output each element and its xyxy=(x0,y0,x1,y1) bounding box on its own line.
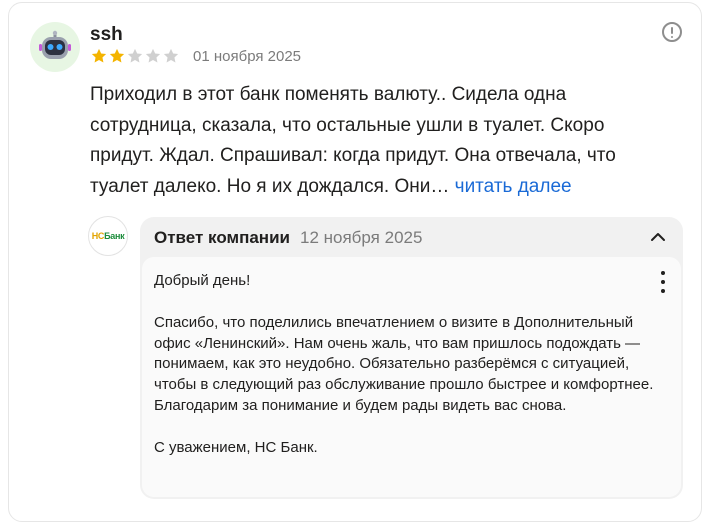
star-filled-icon xyxy=(109,48,125,63)
star-empty-icon xyxy=(127,48,143,63)
review-author[interactable]: ssh xyxy=(90,24,123,46)
reply-title: Ответ компании xyxy=(154,228,290,247)
company-logo-text: НСБанк xyxy=(91,231,125,241)
reply-date: 12 ноября 2025 xyxy=(300,228,423,247)
robot-avatar-icon xyxy=(39,30,71,59)
author-avatar[interactable] xyxy=(30,22,80,72)
reply-paragraph: Спасибо, что поделились впечатлением о в… xyxy=(154,313,654,414)
star-filled-icon xyxy=(91,48,107,63)
info-icon[interactable] xyxy=(662,22,682,42)
chevron-up-icon[interactable] xyxy=(650,229,666,245)
read-more-link[interactable]: читать далее xyxy=(455,176,572,197)
reply-signature: С уважением, НС Банк. xyxy=(154,438,318,456)
reply-body: Добрый день! Спасибо, что поделились впе… xyxy=(142,257,681,497)
rating-stars xyxy=(90,47,180,65)
company-reply: Ответ компании 12 ноября 2025 Добрый ден… xyxy=(140,217,683,499)
star-empty-icon xyxy=(163,48,179,63)
company-logo: НСБанк xyxy=(88,216,128,256)
review-text: Приходил в этот банк поменять валюту.. С… xyxy=(90,80,650,202)
more-vertical-icon[interactable] xyxy=(656,271,670,293)
reply-text: Добрый день! Спасибо, что поделились впе… xyxy=(154,271,654,459)
reply-greeting: Добрый день! xyxy=(154,272,251,289)
review-date: 01 ноября 2025 xyxy=(193,48,302,65)
star-empty-icon xyxy=(145,48,161,63)
